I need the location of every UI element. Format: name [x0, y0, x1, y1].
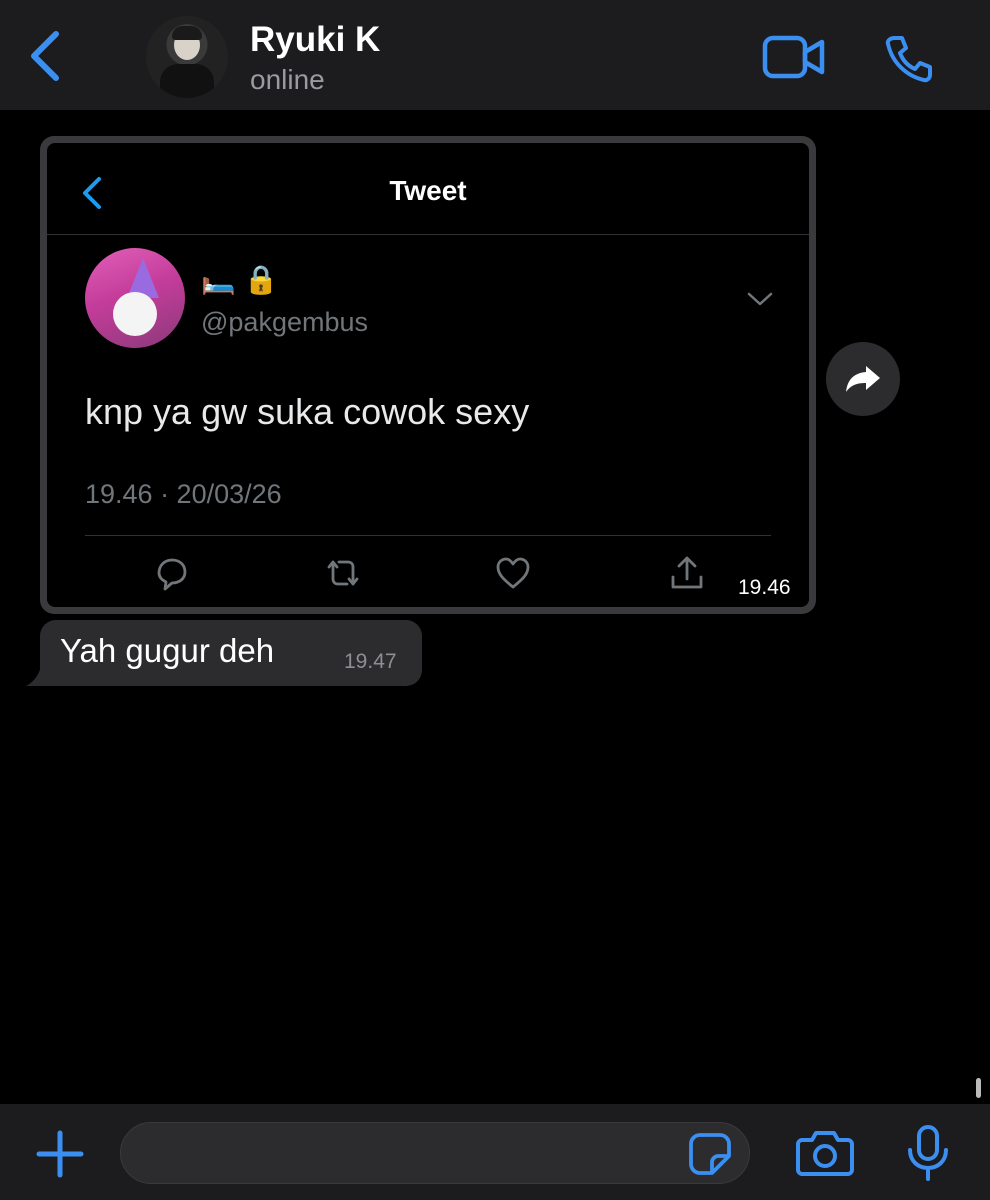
phone-icon — [885, 36, 932, 83]
microphone-icon — [908, 1125, 948, 1181]
tweet-text: knp ya gw suka cowok sexy — [85, 391, 530, 432]
chat-header: Ryuki K online — [0, 0, 990, 110]
back-button[interactable] — [26, 28, 66, 84]
voice-call-button[interactable] — [884, 34, 934, 84]
divider — [47, 234, 809, 235]
chevron-down-icon — [747, 292, 773, 306]
avatar-shirt — [160, 64, 214, 98]
message-text: Yah gugur deh — [60, 632, 275, 669]
video-call-icon — [762, 35, 825, 79]
text-message-bubble[interactable]: Yah gugur deh 19.47 — [40, 620, 422, 686]
contact-status: online — [250, 64, 325, 95]
message-time: 19.47 — [344, 650, 397, 673]
attach-button[interactable] — [36, 1130, 84, 1178]
camera-icon — [796, 1131, 854, 1176]
message-time: 19.46 — [738, 576, 791, 599]
retweet-icon — [327, 560, 359, 586]
tweet-title: Tweet — [389, 175, 467, 206]
tweet-author-handle: @pakgembus — [201, 307, 368, 337]
sticker-icon — [689, 1133, 731, 1175]
camera-button[interactable] — [796, 1128, 854, 1178]
sticker-button[interactable] — [688, 1132, 732, 1176]
tweet-author-avatar — [85, 248, 185, 348]
tweet-screenshot: Tweet 🛏️ 🔒 @pakgembus knp ya gw suka cow… — [47, 143, 809, 607]
heart-icon — [496, 557, 530, 589]
forward-icon — [846, 366, 880, 392]
plus-icon — [36, 1130, 84, 1178]
contact-name[interactable]: Ryuki K — [250, 20, 380, 60]
tweet-timestamp: 19.46 · 20/03/26 — [85, 479, 282, 509]
tweet-author-name: 🛏️ 🔒 — [201, 264, 279, 295]
scrollbar[interactable] — [976, 1078, 981, 1098]
share-icon — [671, 556, 703, 589]
avatar-dog — [113, 292, 157, 336]
chevron-left-icon — [31, 31, 59, 81]
divider — [85, 535, 771, 536]
microphone-button[interactable] — [906, 1124, 950, 1182]
avatar-hair — [172, 26, 202, 40]
message-composer — [0, 1104, 990, 1200]
image-message-bubble[interactable]: Tweet 🛏️ 🔒 @pakgembus knp ya gw suka cow… — [40, 136, 816, 614]
message-input[interactable] — [120, 1122, 750, 1184]
contact-avatar[interactable] — [146, 16, 228, 98]
reply-icon — [157, 558, 187, 591]
forward-button[interactable] — [826, 342, 900, 416]
video-call-button[interactable] — [762, 34, 826, 80]
